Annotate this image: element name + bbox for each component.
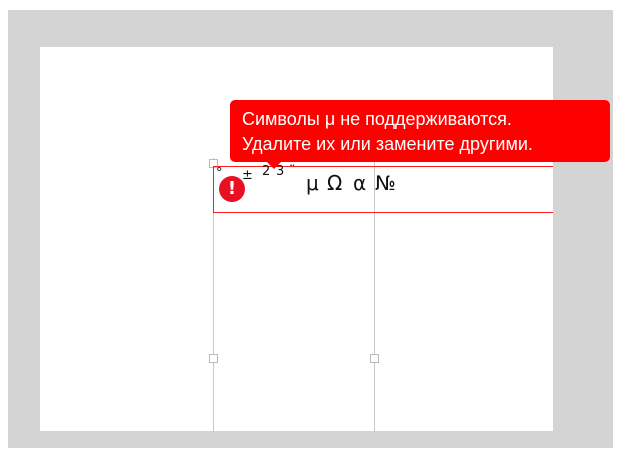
resize-handle-middle-left[interactable] xyxy=(209,354,218,363)
error-tooltip: Символы μ не поддерживаются. Удалите их … xyxy=(230,100,610,162)
alpha-symbol: α xyxy=(353,171,367,195)
tooltip-arrow-icon xyxy=(267,162,281,169)
degree-symbol: ° xyxy=(216,166,223,181)
resize-handle-middle-right[interactable] xyxy=(370,354,379,363)
plus-minus-symbol: ± xyxy=(242,168,253,183)
diaeresis-symbol: ¨ xyxy=(289,164,296,179)
error-tooltip-line-1: Символы μ не поддерживаются. xyxy=(242,109,512,129)
error-tooltip-line-2: Удалите их или замените другими. xyxy=(242,134,533,154)
mu-symbol: μ xyxy=(306,171,319,195)
numero-symbol: № xyxy=(375,171,396,195)
omega-symbol: Ω xyxy=(327,171,343,195)
exclamation-icon: ! xyxy=(219,176,245,202)
